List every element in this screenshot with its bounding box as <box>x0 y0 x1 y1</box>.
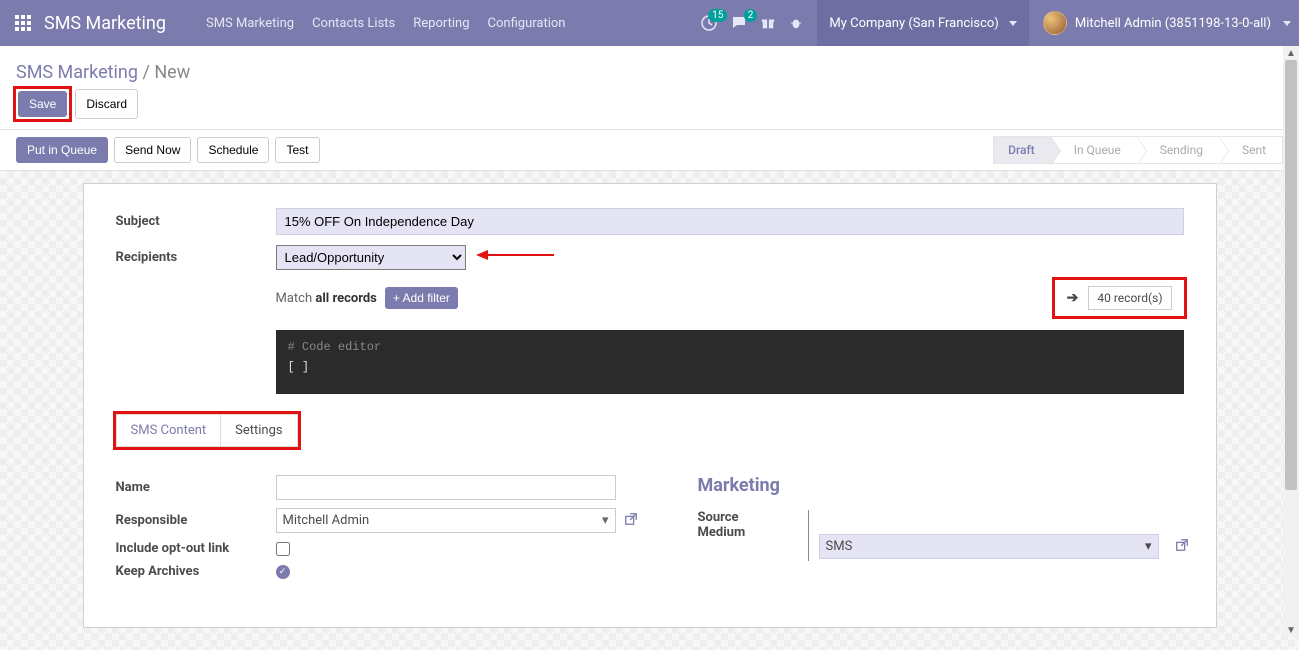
user-menu[interactable]: Mitchell Admin (3851198-13-0-all) <box>1043 11 1291 35</box>
records-count[interactable]: 40 record(s) <box>1088 286 1171 310</box>
workflow-buttons: Put in Queue Send Now Schedule Test <box>16 137 320 163</box>
label-medium: Medium <box>698 525 788 540</box>
label-source: Source <box>698 510 788 525</box>
breadcrumb-sep: / <box>142 62 154 83</box>
add-filter-button[interactable]: + Add filter <box>385 287 458 309</box>
user-name: Mitchell Admin (3851198-13-0-all) <box>1075 16 1271 31</box>
col-right: Marketing Source Medium SMS ▾ <box>698 475 1189 587</box>
gift-icon[interactable] <box>761 16 775 30</box>
status-sent[interactable]: Sent <box>1220 136 1283 164</box>
col-left: Name Responsible Mitchell Admin ▾ Includ… <box>116 475 638 587</box>
code-comment: # Code editor <box>288 340 1172 354</box>
form-view-bg: Subject Recipients Lead/Opportunity Matc… <box>0 171 1299 650</box>
breadcrumb: SMS Marketing / New <box>16 62 1283 83</box>
label-recipients: Recipients <box>116 250 276 265</box>
form-sheet: Subject Recipients Lead/Opportunity Matc… <box>83 183 1217 628</box>
records-highlight: ➔ 40 record(s) <box>1055 280 1184 316</box>
brand-title[interactable]: SMS Marketing <box>44 13 166 34</box>
breadcrumb-root[interactable]: SMS Marketing <box>16 62 138 83</box>
status-draft[interactable]: Draft <box>993 136 1052 164</box>
button-status-bar: Put in Queue Send Now Schedule Test Draf… <box>0 130 1299 171</box>
archives-checkbox[interactable]: ✓ <box>276 565 290 579</box>
status-bar: Draft In Queue Sending Sent <box>993 136 1283 164</box>
label-subject: Subject <box>116 214 276 229</box>
tab-settings[interactable]: Settings <box>221 415 296 446</box>
row-subject: Subject <box>116 208 1184 235</box>
scrollbar[interactable]: ▲ ▼ <box>1283 46 1299 637</box>
send-now-button[interactable]: Send Now <box>114 137 191 163</box>
nav-link-config[interactable]: Configuration <box>488 16 566 31</box>
caret-down-icon <box>1009 21 1017 26</box>
subject-input[interactable] <box>276 208 1184 235</box>
cp-buttons: Save Discard <box>16 89 1283 129</box>
activity-icon[interactable]: 15 <box>701 15 717 31</box>
caret-down-icon <box>1283 21 1291 26</box>
bug-icon[interactable] <box>789 16 803 30</box>
responsible-select[interactable]: Mitchell Admin ▾ <box>276 508 616 533</box>
external-link-icon[interactable] <box>624 512 638 530</box>
activity-badge: 15 <box>708 9 727 22</box>
nav-links: SMS Marketing Contacts Lists Reporting C… <box>206 16 566 31</box>
status-in-queue[interactable]: In Queue <box>1052 136 1138 164</box>
breadcrumb-current: New <box>154 62 190 83</box>
nav-link-contacts[interactable]: Contacts Lists <box>312 16 395 31</box>
medium-select[interactable]: SMS ▾ <box>819 534 1159 559</box>
scroll-up-icon[interactable]: ▲ <box>1286 48 1296 58</box>
domain-area: Match all records + Add filter ➔ 40 reco… <box>276 280 1184 394</box>
domain-code-editor[interactable]: # Code editor [ ] <box>276 330 1184 394</box>
company-name: My Company (San Francisco) <box>829 16 998 31</box>
match-row: Match all records + Add filter ➔ 40 reco… <box>276 280 1184 316</box>
messages-icon[interactable]: 2 <box>731 15 747 31</box>
external-link-icon[interactable] <box>1175 538 1189 556</box>
put-in-queue-button[interactable]: Put in Queue <box>16 137 108 163</box>
chevron-down-icon: ▾ <box>602 513 609 528</box>
scrollbar-thumb[interactable] <box>1285 60 1297 490</box>
systray: 15 2 My Company (San Francisco) Mitchell… <box>701 0 1291 46</box>
nav-link-sms[interactable]: SMS Marketing <box>206 16 294 31</box>
marketing-title: Marketing <box>698 475 1189 496</box>
label-optout: Include opt-out link <box>116 541 276 556</box>
name-input[interactable] <box>276 475 616 500</box>
label-name: Name <box>116 480 276 495</box>
control-panel: SMS Marketing / New Save Discard <box>0 46 1299 130</box>
tabs: SMS Content Settings <box>116 414 298 447</box>
chevron-down-icon: ▾ <box>1145 539 1152 554</box>
tab-sms-content[interactable]: SMS Content <box>117 415 222 446</box>
company-switcher[interactable]: My Company (San Francisco) <box>817 0 1028 46</box>
save-button[interactable]: Save <box>18 91 67 117</box>
schedule-button[interactable]: Schedule <box>197 137 269 163</box>
row-recipients: Recipients Lead/Opportunity <box>116 245 1184 270</box>
annotation-arrow-icon <box>476 248 556 262</box>
match-text: Match all records <box>276 291 377 306</box>
test-button[interactable]: Test <box>275 137 319 163</box>
discard-button[interactable]: Discard <box>75 89 138 119</box>
recipients-select[interactable]: Lead/Opportunity <box>276 245 466 270</box>
scroll-down-icon[interactable]: ▼ <box>1286 625 1296 635</box>
status-sending[interactable]: Sending <box>1138 136 1220 164</box>
nav-link-reporting[interactable]: Reporting <box>413 16 469 31</box>
label-archives: Keep Archives <box>116 564 276 579</box>
tab-content: Name Responsible Mitchell Admin ▾ Includ… <box>116 475 1184 587</box>
messages-badge: 2 <box>744 9 758 22</box>
apps-icon[interactable] <box>8 8 38 38</box>
top-nav: SMS Marketing SMS Marketing Contacts Lis… <box>0 0 1299 46</box>
label-responsible: Responsible <box>116 513 276 528</box>
optout-checkbox[interactable] <box>276 542 290 556</box>
arrow-right-icon[interactable]: ➔ <box>1067 290 1079 306</box>
avatar <box>1043 11 1067 35</box>
code-body: [ ] <box>288 360 1172 374</box>
